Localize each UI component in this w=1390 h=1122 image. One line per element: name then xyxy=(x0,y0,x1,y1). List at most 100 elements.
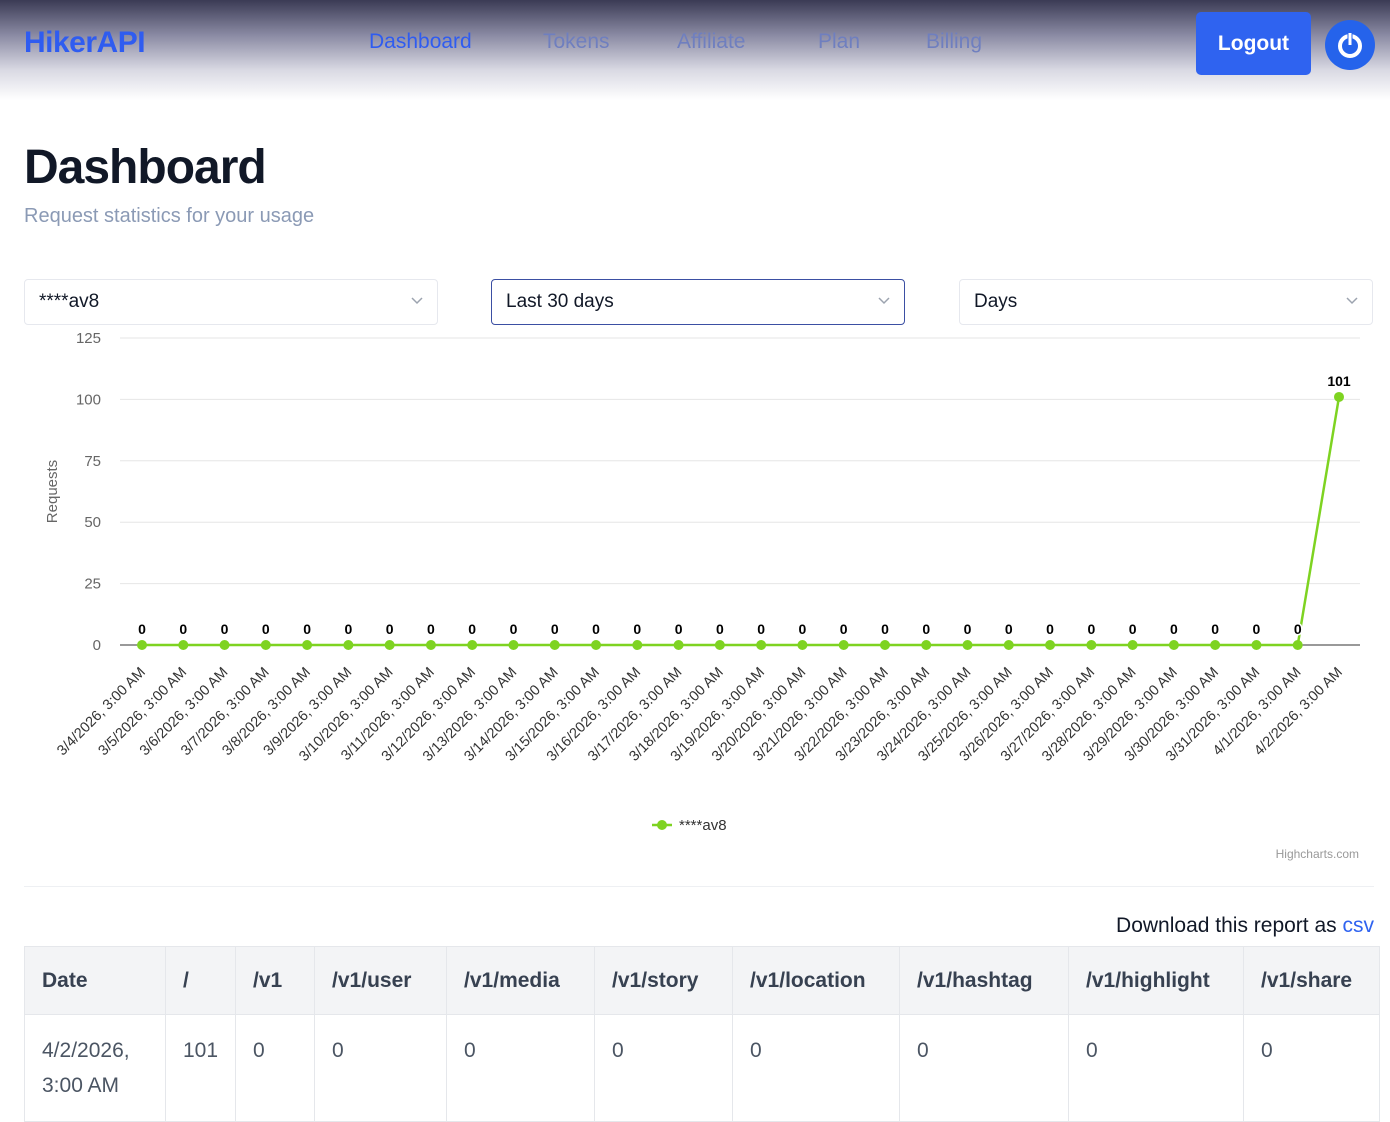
top-navbar: HikerAPI Dashboard Tokens Affiliate Plan… xyxy=(0,0,1390,100)
data-label: 0 xyxy=(675,621,683,637)
series-line xyxy=(142,396,1341,647)
data-point xyxy=(1003,640,1014,650)
data-label: 0 xyxy=(881,621,889,637)
data-point xyxy=(1292,640,1303,650)
y-tick-label: 25 xyxy=(84,576,101,593)
csv-download-link[interactable]: csv xyxy=(1343,914,1375,937)
column-header: /v1 xyxy=(235,946,316,1015)
table-cell: 0 xyxy=(732,1014,901,1122)
data-point xyxy=(673,640,684,650)
data-label: 0 xyxy=(716,621,724,637)
download-report: Download this report as csv xyxy=(1116,914,1374,938)
y-tick-label: 50 xyxy=(84,514,101,531)
token-select[interactable]: ****av8 xyxy=(24,279,438,325)
data-label: 0 xyxy=(1294,621,1302,637)
y-tick-label: 100 xyxy=(76,391,101,408)
nav-billing[interactable]: Billing xyxy=(926,30,982,54)
data-point xyxy=(591,640,602,650)
column-header: /v1/location xyxy=(732,946,901,1015)
table-body: 4/2/2026, 3:00 AM 101 0 0 0 0 0 0 0 0 xyxy=(24,1014,1381,1122)
data-point xyxy=(1168,640,1179,650)
data-point xyxy=(425,640,436,650)
column-header: /v1/media xyxy=(446,946,596,1015)
date-cell: 4/2/2026, 3:00 AM xyxy=(24,1014,166,1122)
page-subtitle: Request statistics for your usage xyxy=(24,205,315,227)
brand-logo[interactable]: HikerAPI xyxy=(24,26,146,60)
column-header: /v1/user xyxy=(314,946,448,1015)
nav-dashboard[interactable]: Dashboard xyxy=(369,30,472,54)
data-label: 0 xyxy=(303,621,311,637)
column-header: /v1/highlight xyxy=(1068,946,1245,1015)
column-header: Date xyxy=(24,946,166,1015)
data-point xyxy=(714,640,725,650)
data-point xyxy=(1251,640,1262,650)
table-cell: 0 xyxy=(446,1014,596,1122)
period-select-value: Last 30 days xyxy=(506,291,614,312)
data-point xyxy=(921,640,932,650)
data-label: 0 xyxy=(922,621,930,637)
table-row: 4/2/2026, 3:00 AM 101 0 0 0 0 0 0 0 0 xyxy=(24,1014,1381,1122)
nav-tokens[interactable]: Tokens xyxy=(543,30,610,54)
avatar[interactable] xyxy=(1325,20,1375,70)
data-point xyxy=(260,640,271,650)
data-label: 0 xyxy=(592,621,600,637)
data-label: 0 xyxy=(757,621,765,637)
data-label: 0 xyxy=(138,621,146,637)
data-point xyxy=(1210,640,1221,650)
data-point xyxy=(1045,640,1056,650)
data-label: 0 xyxy=(1211,621,1219,637)
divider xyxy=(24,886,1374,887)
data-label: 0 xyxy=(964,621,972,637)
data-point xyxy=(343,640,354,650)
data-label: 0 xyxy=(468,621,476,637)
data-point xyxy=(632,640,643,650)
chevron-down-icon xyxy=(1346,297,1358,305)
chevron-down-icon xyxy=(878,297,890,305)
table-cell: 0 xyxy=(594,1014,734,1122)
data-label: 101 xyxy=(1327,373,1351,389)
data-point xyxy=(756,640,767,650)
granularity-select[interactable]: Days xyxy=(959,279,1373,325)
data-point xyxy=(219,640,230,650)
column-header: /v1/story xyxy=(594,946,734,1015)
legend-marker xyxy=(657,820,667,830)
token-select-value: ****av8 xyxy=(39,291,100,312)
data-label: 0 xyxy=(1046,621,1054,637)
table-cell: 0 xyxy=(235,1014,316,1122)
data-point xyxy=(962,640,973,650)
data-point xyxy=(302,640,313,650)
table-cell: 0 xyxy=(1068,1014,1245,1122)
data-label: 0 xyxy=(262,621,270,637)
data-label: 0 xyxy=(344,621,352,637)
logout-button[interactable]: Logout xyxy=(1196,12,1311,75)
table-cell: 0 xyxy=(899,1014,1070,1122)
legend-label: ****av8 xyxy=(679,817,727,834)
data-label: 0 xyxy=(510,621,518,637)
granularity-select-value: Days xyxy=(974,291,1018,312)
data-label: 0 xyxy=(799,621,807,637)
y-tick-label: 0 xyxy=(93,637,101,654)
data-label: 0 xyxy=(633,621,641,637)
data-label: 0 xyxy=(1087,621,1095,637)
data-point xyxy=(838,640,849,650)
data-label: 0 xyxy=(221,621,229,637)
data-label: 0 xyxy=(179,621,187,637)
data-point xyxy=(508,640,519,650)
requests-chart: 0 25 50 75 100 125 Requests 0 0 0 0 0 0 0 0 0 0 0 0 0 0 0 0 0 0 0… xyxy=(44,330,1360,861)
data-point xyxy=(549,640,560,650)
nav-plan[interactable]: Plan xyxy=(818,30,860,54)
data-label: 0 xyxy=(551,621,559,637)
chevron-down-icon xyxy=(411,297,423,305)
data-point xyxy=(797,640,808,650)
column-header: /v1/hashtag xyxy=(899,946,1070,1015)
data-label: 0 xyxy=(1005,621,1013,637)
period-select[interactable]: Last 30 days xyxy=(491,279,905,325)
nav-affiliate[interactable]: Affiliate xyxy=(677,30,746,54)
data-label: 0 xyxy=(427,621,435,637)
table-header-row: Date //v1/v1/user/v1/media/v1/story/v1/lo… xyxy=(24,946,1381,1015)
data-point xyxy=(1127,640,1138,650)
data-label: 0 xyxy=(1129,621,1137,637)
data-point xyxy=(137,640,147,650)
column-header: / xyxy=(164,946,237,1015)
power-icon xyxy=(1338,32,1362,58)
